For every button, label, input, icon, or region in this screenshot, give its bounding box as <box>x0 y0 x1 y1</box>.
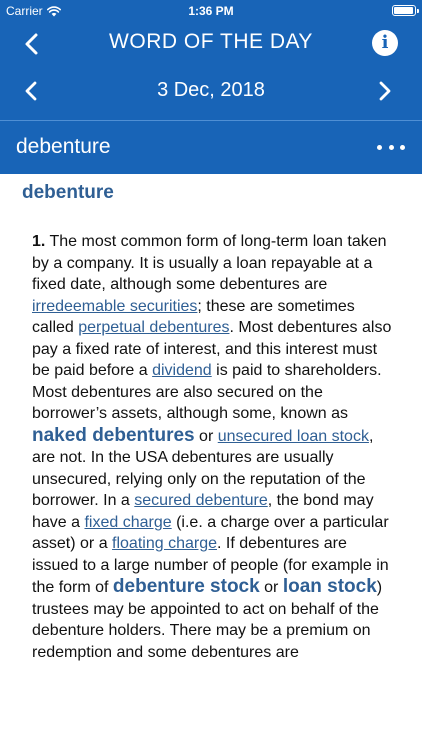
link-irredeemable-securities[interactable]: irredeemable securities <box>32 298 197 315</box>
page-title: WORD OF THE DAY <box>109 30 313 53</box>
battery-icon <box>392 5 419 16</box>
chevron-right-icon <box>379 81 391 101</box>
back-button[interactable] <box>18 30 46 58</box>
info-button[interactable]: i <box>372 30 398 56</box>
chevron-left-icon <box>25 33 38 55</box>
definition-text: 1. The most common form of long-term loa… <box>32 231 392 663</box>
entry-word: debenture <box>16 135 111 158</box>
ellipsis-icon <box>377 144 382 150</box>
entry-title-bar: debenture <box>0 121 422 174</box>
ellipsis-icon <box>400 144 405 150</box>
link-fixed-charge[interactable]: fixed charge <box>84 514 171 531</box>
link-floating-charge[interactable]: floating charge <box>112 535 217 552</box>
app-header: Carrier 1:36 PM WORD OF THE DAY i 3 Dec,… <box>0 0 422 174</box>
term-loan-stock: loan stock <box>282 576 377 597</box>
definition-segment: or <box>194 427 218 445</box>
status-time: 1:36 PM <box>188 4 234 18</box>
term-naked-debentures: naked debentures <box>32 424 195 446</box>
next-day-button[interactable] <box>370 77 398 105</box>
battery-level <box>394 7 413 14</box>
status-bar: Carrier 1:36 PM <box>0 0 422 22</box>
previous-day-button[interactable] <box>18 77 46 105</box>
sense-number: 1. <box>32 233 46 250</box>
link-secured-debenture[interactable]: secured debenture <box>134 492 267 509</box>
definition-segment: The most common form of long-term loan t… <box>32 233 387 293</box>
more-options-button[interactable] <box>374 135 408 159</box>
navigation-bar: WORD OF THE DAY i <box>0 22 422 66</box>
sense-paragraph: 1. The most common form of long-term loa… <box>32 231 392 663</box>
date-navigator: 3 Dec, 2018 <box>0 68 422 114</box>
chevron-left-icon <box>25 81 37 101</box>
info-icon: i <box>381 32 389 53</box>
ellipsis-icon <box>388 144 394 150</box>
definition-segment: or <box>259 579 283 596</box>
entry-content[interactable]: debenture 1. The most common form of lon… <box>0 174 422 750</box>
date-label: 3 Dec, 2018 <box>157 79 265 101</box>
link-dividend[interactable]: dividend <box>152 362 212 379</box>
link-perpetual-debentures[interactable]: perpetual debentures <box>78 319 229 336</box>
entry-headword: debenture <box>22 182 114 203</box>
term-debenture-stock: debenture stock <box>112 576 260 597</box>
link-unsecured-loan-stock[interactable]: unsecured loan stock <box>218 428 369 445</box>
